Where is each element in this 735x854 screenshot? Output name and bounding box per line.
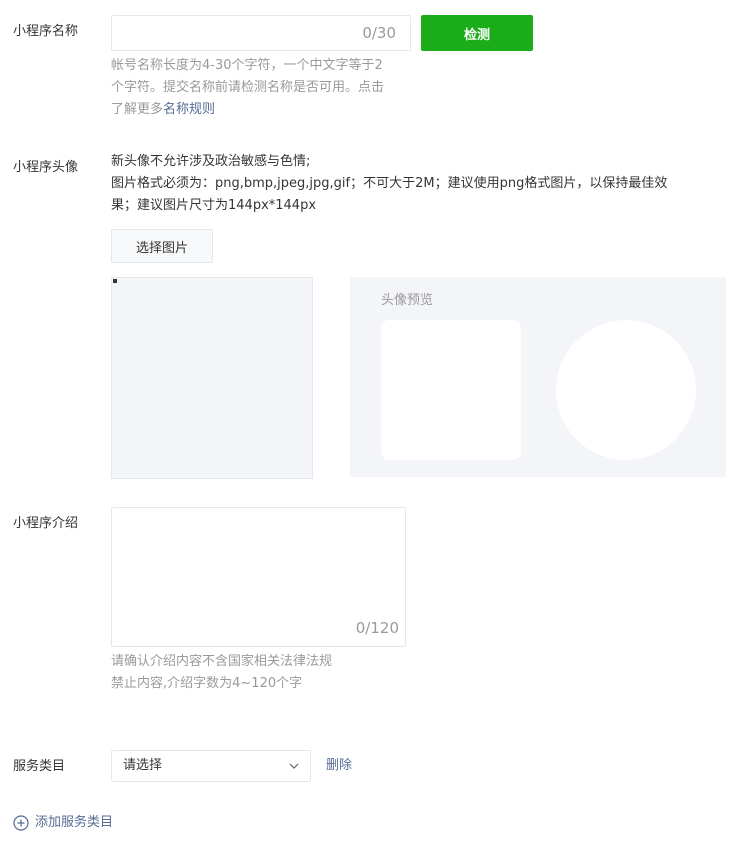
plus-circle-icon (13, 815, 29, 831)
intro-textarea[interactable]: 0/120 (111, 507, 406, 647)
name-input[interactable]: 0/30 (111, 15, 411, 51)
avatar-preview-square (381, 320, 521, 460)
chevron-down-icon (289, 763, 299, 769)
crop-handle[interactable] (113, 279, 117, 283)
choose-image-button[interactable]: 选择图片 (111, 229, 213, 263)
name-char-counter: 0/30 (362, 24, 396, 42)
category-select-value: 请选择 (123, 758, 163, 773)
avatar-desc-line-1: 新头像不允许涉及政治敏感与色情; (111, 154, 311, 169)
delete-category-link[interactable]: 删除 (326, 757, 352, 775)
category-label: 服务类目 (13, 759, 66, 774)
name-rules-link[interactable]: 名称规则 (163, 102, 215, 117)
name-hint-line-3: 了解更多 (111, 102, 164, 117)
category-select[interactable]: 请选择 (111, 750, 311, 782)
intro-label: 小程序介绍 (13, 516, 79, 531)
avatar-preview-title: 头像预览 (381, 293, 434, 308)
avatar-preview-panel: 头像预览 (350, 277, 726, 477)
intro-hint-line-1: 请确认介绍内容不含国家相关法律法规 (111, 654, 333, 669)
name-hint-line-2: 个字符。提交名称前请检测名称是否可用。点击 (111, 80, 385, 95)
name-hint-line-1: 帐号名称长度为4-30个字符，一个中文字等于2 (111, 58, 383, 73)
avatar-preview-circle (556, 320, 696, 460)
intro-hint-line-2: 禁止内容,介绍字数为4~120个字 (111, 676, 303, 691)
avatar-desc-line-2: 图片格式必须为：png,bmp,jpeg,jpg,gif；不可大于2M；建议使用… (111, 176, 668, 191)
check-name-button[interactable]: 检测 (421, 15, 533, 51)
image-crop-area[interactable] (111, 277, 313, 479)
avatar-desc-line-3: 果；建议图片尺寸为144px*144px (111, 198, 317, 213)
name-hint: 帐号名称长度为4-30个字符，一个中文字等于2 个字符。提交名称前请检测名称是否… (111, 55, 384, 121)
add-category-button[interactable]: 添加服务类目 (13, 814, 113, 832)
add-category-label: 添加服务类目 (35, 815, 114, 830)
avatar-label: 小程序头像 (13, 160, 79, 175)
intro-hint: 请确认介绍内容不含国家相关法律法规 禁止内容,介绍字数为4~120个字 (111, 651, 332, 695)
avatar-description: 新头像不允许涉及政治敏感与色情; 图片格式必须为：png,bmp,jpeg,jp… (111, 151, 667, 217)
name-label: 小程序名称 (13, 24, 79, 39)
intro-char-counter: 0/120 (355, 619, 399, 637)
